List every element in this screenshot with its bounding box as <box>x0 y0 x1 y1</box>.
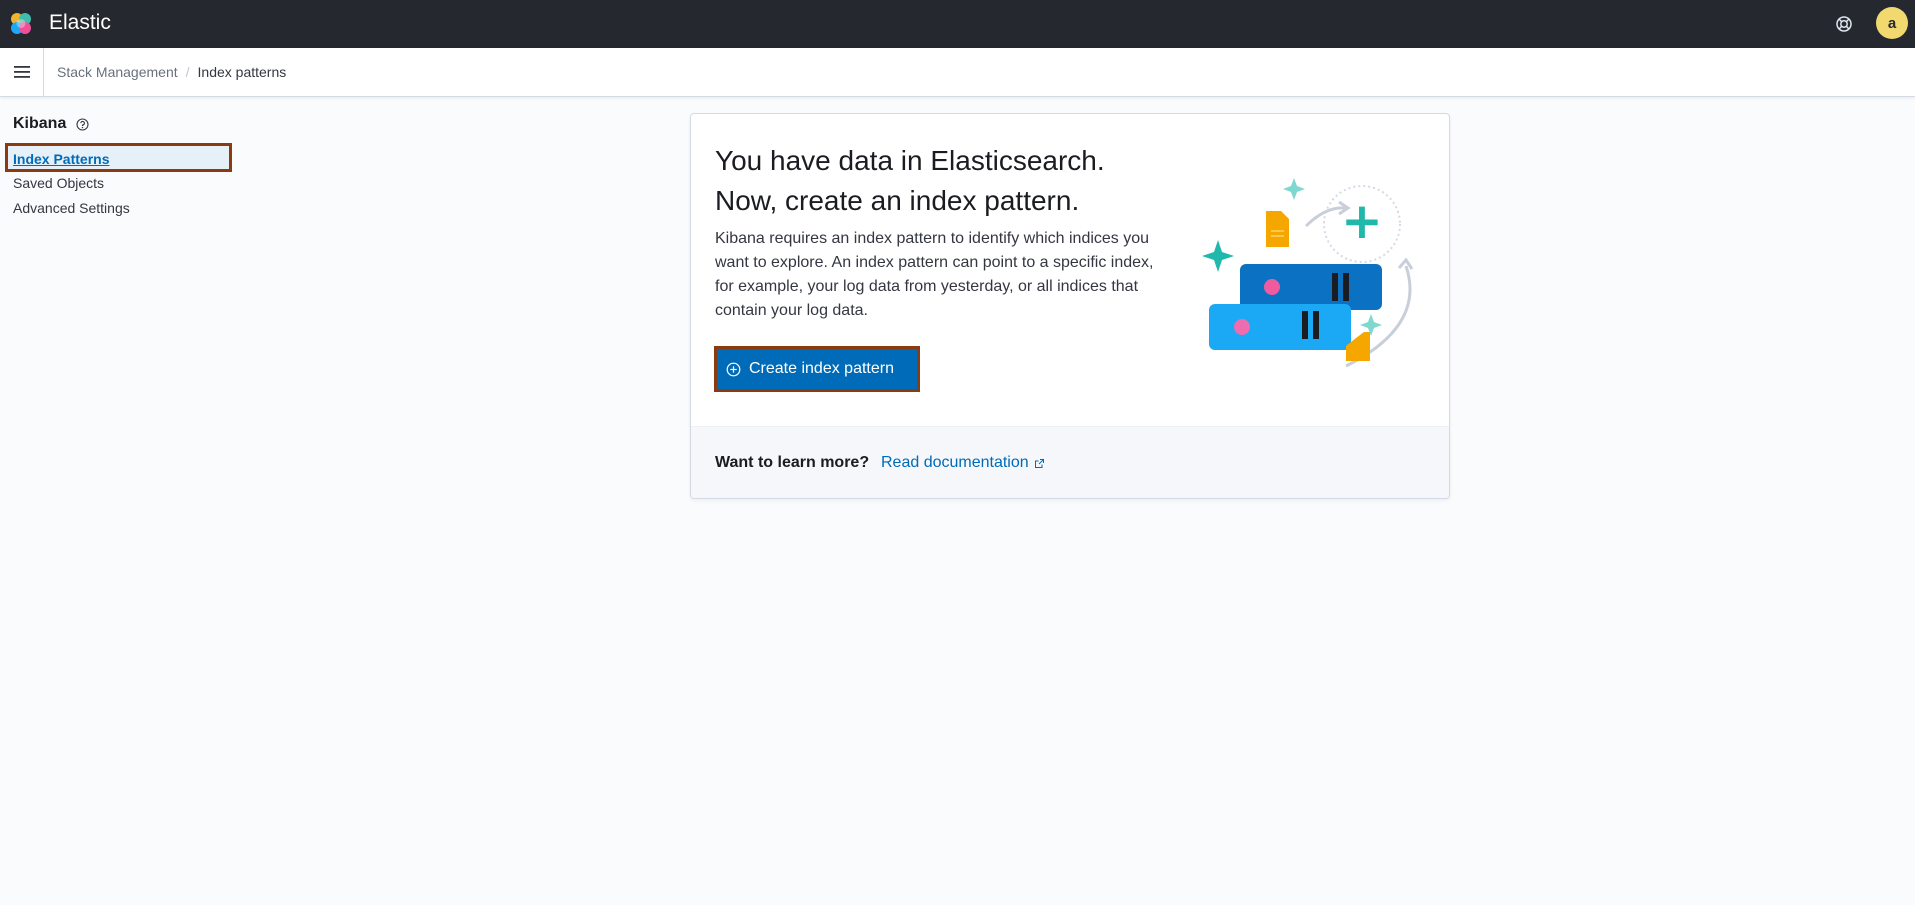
sidebar-item-index-patterns[interactable]: Index Patterns <box>5 143 232 172</box>
menu-toggle-button[interactable] <box>0 48 44 96</box>
help-menu-icon[interactable] <box>1833 13 1855 35</box>
top-header: Elastic a <box>0 0 1915 48</box>
page-title-line-1: You have data in Elasticsearch. <box>715 145 1105 176</box>
svg-text:+: + <box>1341 192 1383 250</box>
create-index-pattern-button[interactable]: Create index pattern <box>714 346 920 392</box>
card-description: Kibana requires an index pattern to iden… <box>715 230 1154 319</box>
sidebar-item-advanced-settings[interactable]: Advanced Settings <box>13 199 130 217</box>
sidebar-title: Kibana <box>13 115 89 133</box>
elastic-logo-icon[interactable] <box>8 11 34 37</box>
empty-state-card: You have data in Elasticsearch. Now, cre… <box>690 113 1450 499</box>
sidebar-item-label: Index Patterns <box>13 151 110 167</box>
read-documentation-link[interactable]: Read documentation <box>881 454 1045 472</box>
sidebar-item-saved-objects[interactable]: Saved Objects <box>13 174 104 192</box>
learn-more-label: Want to learn more? <box>715 454 870 471</box>
question-icon[interactable] <box>76 117 89 131</box>
external-link-icon <box>1034 458 1045 469</box>
breadcrumb-stack-management[interactable]: Stack Management <box>57 63 178 81</box>
page-title-line-2: Now, create an index pattern. <box>715 185 1080 216</box>
read-documentation-label: Read documentation <box>881 454 1029 471</box>
user-avatar[interactable]: a <box>1876 7 1908 39</box>
page-title: You have data in Elasticsearch. Now, cre… <box>715 141 1175 221</box>
app-title: Elastic <box>49 11 111 34</box>
plus-in-circle-icon <box>726 362 741 377</box>
breadcrumb-separator: / <box>185 64 190 80</box>
create-index-pattern-label: Create index pattern <box>749 360 894 377</box>
index-pattern-illustration: + <box>1202 178 1414 368</box>
sidebar-title-label: Kibana <box>13 115 67 132</box>
breadcrumb-index-patterns: Index patterns <box>197 64 287 80</box>
card-footer: Want to learn more? Read documentation <box>691 426 1449 498</box>
breadcrumb-bar: Stack Management / Index patterns <box>0 48 1915 97</box>
breadcrumb: Stack Management / Index patterns <box>57 63 286 81</box>
hamburger-icon <box>13 66 30 78</box>
